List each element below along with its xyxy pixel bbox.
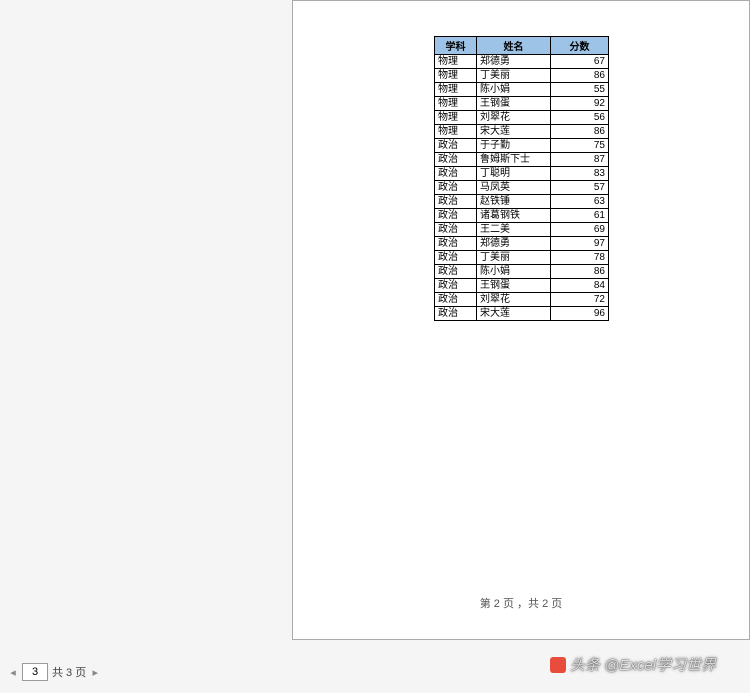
cell-name: 陈小娟 bbox=[477, 265, 551, 279]
cell-score: 72 bbox=[551, 293, 609, 307]
table-row: 物理陈小娟55 bbox=[435, 83, 609, 97]
page-total-label: 共 3 页 bbox=[52, 664, 86, 680]
table-row: 物理刘翠花56 bbox=[435, 111, 609, 125]
cell-score: 87 bbox=[551, 153, 609, 167]
data-table: 学科 姓名 分数 物理郑德勇67物理丁美丽86物理陈小娟55物理王钢蛋92物理刘… bbox=[434, 36, 609, 321]
cell-score: 57 bbox=[551, 181, 609, 195]
cell-name: 王二美 bbox=[477, 223, 551, 237]
table-row: 政治丁聪明83 bbox=[435, 167, 609, 181]
cell-score: 78 bbox=[551, 251, 609, 265]
cell-score: 61 bbox=[551, 209, 609, 223]
watermark: 头条 @Excel学习世界 bbox=[550, 654, 716, 675]
cell-score: 75 bbox=[551, 139, 609, 153]
cell-subject: 政治 bbox=[435, 293, 477, 307]
table-row: 物理丁美丽86 bbox=[435, 69, 609, 83]
next-page-button[interactable]: ▸ bbox=[90, 666, 100, 679]
cell-subject: 物理 bbox=[435, 97, 477, 111]
cell-subject: 政治 bbox=[435, 307, 477, 321]
cell-subject: 政治 bbox=[435, 181, 477, 195]
cell-name: 诸葛钢铁 bbox=[477, 209, 551, 223]
cell-subject: 物理 bbox=[435, 111, 477, 125]
table-row: 政治赵铁锤63 bbox=[435, 195, 609, 209]
cell-subject: 政治 bbox=[435, 251, 477, 265]
header-subject: 学科 bbox=[435, 37, 477, 55]
cell-score: 97 bbox=[551, 237, 609, 251]
cell-score: 67 bbox=[551, 55, 609, 69]
cell-name: 于子勤 bbox=[477, 139, 551, 153]
cell-name: 王钢蛋 bbox=[477, 97, 551, 111]
cell-score: 63 bbox=[551, 195, 609, 209]
cell-name: 丁美丽 bbox=[477, 251, 551, 265]
cell-name: 宋大莲 bbox=[477, 307, 551, 321]
pagination-bar: ◂ 共 3 页 ▸ bbox=[8, 663, 100, 681]
cell-subject: 物理 bbox=[435, 55, 477, 69]
cell-subject: 政治 bbox=[435, 265, 477, 279]
cell-name: 马凤英 bbox=[477, 181, 551, 195]
cell-score: 55 bbox=[551, 83, 609, 97]
cell-subject: 物理 bbox=[435, 69, 477, 83]
cell-name: 郑德勇 bbox=[477, 237, 551, 251]
print-preview-page: 学科 姓名 分数 物理郑德勇67物理丁美丽86物理陈小娟55物理王钢蛋92物理刘… bbox=[292, 0, 750, 640]
cell-score: 86 bbox=[551, 265, 609, 279]
cell-subject: 物理 bbox=[435, 83, 477, 97]
table-row: 政治诸葛钢铁61 bbox=[435, 209, 609, 223]
cell-name: 宋大莲 bbox=[477, 125, 551, 139]
cell-subject: 政治 bbox=[435, 237, 477, 251]
cell-score: 69 bbox=[551, 223, 609, 237]
table-row: 政治王钢蛋84 bbox=[435, 279, 609, 293]
header-name: 姓名 bbox=[477, 37, 551, 55]
cell-subject: 政治 bbox=[435, 153, 477, 167]
cell-score: 86 bbox=[551, 125, 609, 139]
cell-subject: 政治 bbox=[435, 139, 477, 153]
cell-subject: 政治 bbox=[435, 195, 477, 209]
cell-name: 郑德勇 bbox=[477, 55, 551, 69]
table-row: 政治刘翠花72 bbox=[435, 293, 609, 307]
watermark-text: 头条 @Excel学习世界 bbox=[570, 654, 716, 675]
cell-name: 王钢蛋 bbox=[477, 279, 551, 293]
cell-subject: 政治 bbox=[435, 223, 477, 237]
table-row: 政治宋大莲96 bbox=[435, 307, 609, 321]
cell-subject: 物理 bbox=[435, 125, 477, 139]
toutiao-logo-icon bbox=[550, 657, 566, 673]
cell-score: 92 bbox=[551, 97, 609, 111]
table-row: 物理宋大莲86 bbox=[435, 125, 609, 139]
table-row: 政治王二美69 bbox=[435, 223, 609, 237]
table-row: 物理王钢蛋92 bbox=[435, 97, 609, 111]
cell-name: 刘翠花 bbox=[477, 111, 551, 125]
cell-name: 赵铁锤 bbox=[477, 195, 551, 209]
table-row: 政治陈小娟86 bbox=[435, 265, 609, 279]
cell-name: 陈小娟 bbox=[477, 83, 551, 97]
table-row: 政治鲁姆斯下士87 bbox=[435, 153, 609, 167]
cell-score: 83 bbox=[551, 167, 609, 181]
table-row: 政治马凤英57 bbox=[435, 181, 609, 195]
cell-name: 丁美丽 bbox=[477, 69, 551, 83]
table-row: 政治郑德勇97 bbox=[435, 237, 609, 251]
prev-page-button[interactable]: ◂ bbox=[8, 666, 18, 679]
cell-score: 86 bbox=[551, 69, 609, 83]
cell-score: 84 bbox=[551, 279, 609, 293]
cell-score: 56 bbox=[551, 111, 609, 125]
cell-score: 96 bbox=[551, 307, 609, 321]
header-score: 分数 bbox=[551, 37, 609, 55]
page-footer: 第 2 页 ，共 2 页 bbox=[293, 595, 749, 611]
cell-name: 丁聪明 bbox=[477, 167, 551, 181]
cell-subject: 政治 bbox=[435, 209, 477, 223]
table-row: 政治于子勤75 bbox=[435, 139, 609, 153]
table-header-row: 学科 姓名 分数 bbox=[435, 37, 609, 55]
cell-subject: 政治 bbox=[435, 279, 477, 293]
table-row: 政治丁美丽78 bbox=[435, 251, 609, 265]
page-number-input[interactable] bbox=[22, 663, 48, 681]
table-row: 物理郑德勇67 bbox=[435, 55, 609, 69]
cell-name: 鲁姆斯下士 bbox=[477, 153, 551, 167]
cell-subject: 政治 bbox=[435, 167, 477, 181]
cell-name: 刘翠花 bbox=[477, 293, 551, 307]
